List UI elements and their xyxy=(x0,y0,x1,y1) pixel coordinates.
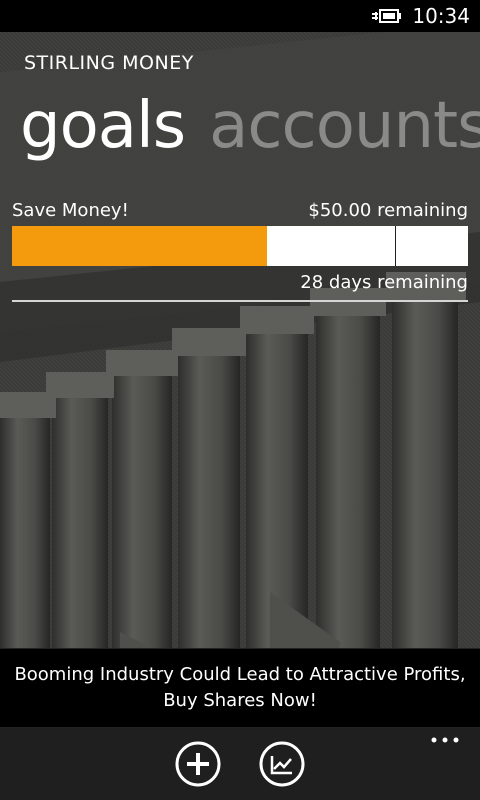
goal-name: Save Money! xyxy=(12,200,129,221)
pivot-header: goals accounts xyxy=(20,86,480,166)
pivot-item-goals[interactable]: goals xyxy=(20,89,186,163)
goal-progress-bar xyxy=(12,226,468,266)
pivot-item-accounts[interactable]: accounts xyxy=(209,89,480,163)
goal-header: Save Money! $50.00 remaining xyxy=(12,196,468,226)
goal-divider xyxy=(12,300,468,302)
ad-text: Booming Industry Could Lead to Attractiv… xyxy=(14,664,466,711)
goal-days-remaining: 28 days remaining xyxy=(300,272,468,293)
goal-amount-remaining: $50.00 remaining xyxy=(308,200,468,221)
battery-charging-icon xyxy=(372,9,401,23)
ellipsis-icon[interactable] xyxy=(430,734,460,746)
status-bar: 10:34 xyxy=(0,0,480,32)
ad-banner[interactable]: Booming Industry Could Lead to Attractiv… xyxy=(0,648,480,728)
clock: 10:34 xyxy=(412,4,470,28)
add-icon[interactable] xyxy=(174,740,222,788)
phone-screen: 10:34 STIRLING MONEY goals accounts Save… xyxy=(0,0,480,800)
goal-item[interactable]: Save Money! $50.00 remaining 28 days rem… xyxy=(12,196,468,302)
goal-progress-fill xyxy=(12,226,267,266)
chart-icon[interactable] xyxy=(258,740,306,788)
app-title: STIRLING MONEY xyxy=(24,52,194,74)
app-bar xyxy=(0,728,480,800)
goal-progress-marker xyxy=(395,226,396,266)
